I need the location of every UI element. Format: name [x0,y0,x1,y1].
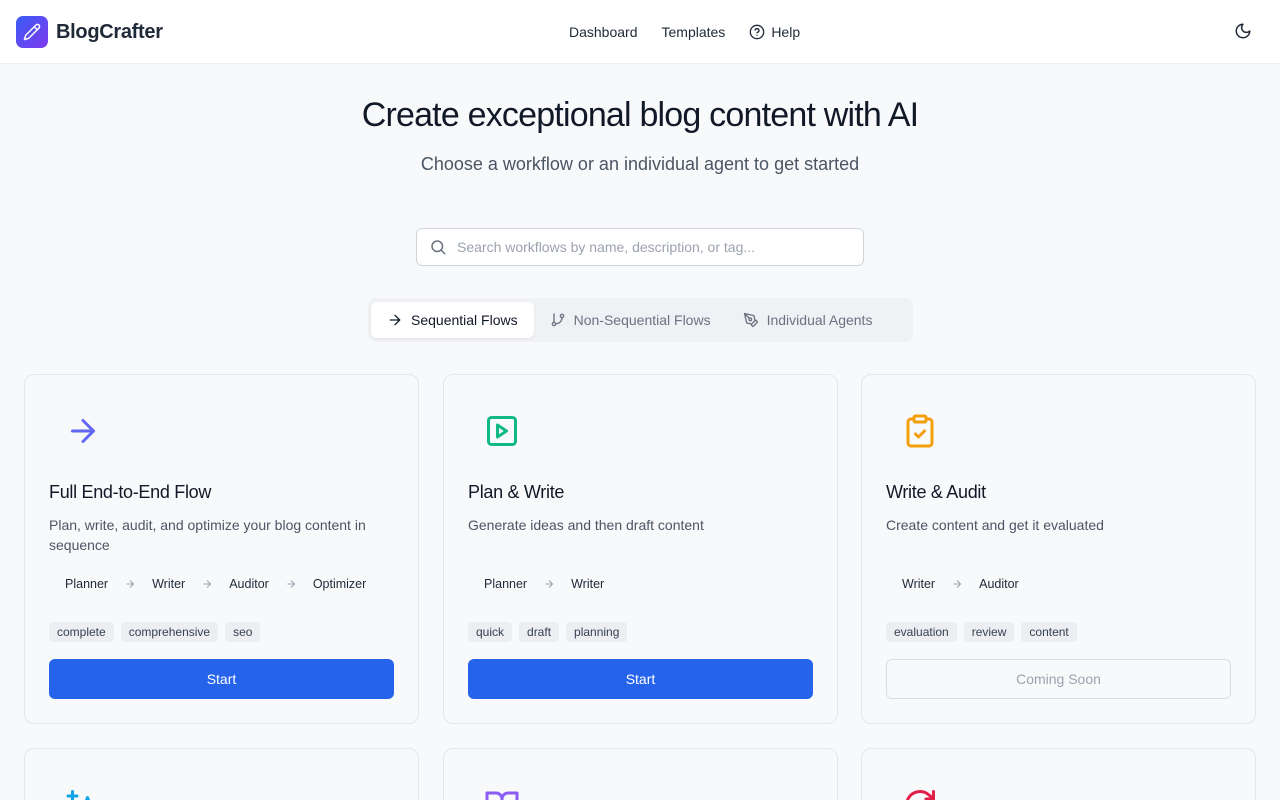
nav-dashboard-label: Dashboard [569,24,638,40]
workflow-card [24,748,419,800]
nav-help-label: Help [771,24,801,40]
step-arrow-icon [124,578,136,590]
workflow-steps: Writer Auditor [886,577,1035,591]
workflow-card-full-end-to-end: Full End-to-End Flow Plan, write, audit,… [24,374,419,724]
tag: content [1021,622,1077,642]
tab-individual-agents[interactable]: Individual Agents [727,302,889,338]
tag: review [963,622,1015,642]
tag: comprehensive [120,622,219,642]
step-auditor: Auditor [229,577,269,591]
arrow-right-icon [65,413,101,449]
tag-list: quick draft planning [468,622,634,642]
tag: planning [566,622,628,642]
card-description: Generate ideas and then draft content [468,517,704,533]
search-box [416,228,864,266]
workflow-card [443,748,838,800]
step-planner: Planner [484,577,528,591]
book-open-icon [484,787,520,800]
page-title: Create exceptional blog content with AI [361,96,919,134]
step-optimizer: Optimizer [312,577,367,591]
workflow-card [861,748,1256,800]
workflow-card-write-audit: Write & Audit Create content and get it … [861,374,1256,724]
step-arrow-icon [201,578,213,590]
brand-logo[interactable]: BlogCrafter [16,16,163,48]
step-arrow-icon [543,578,555,590]
card-description: Plan, write, audit, and optimize your bl… [49,517,366,553]
step-arrow-icon [951,578,963,590]
tab-sequential-label: Sequential Flows [411,312,518,328]
workflow-card-plan-write: Plan & Write Generate ideas and then dra… [443,374,838,724]
arrow-right-icon [387,312,403,328]
clipboard-check-icon [902,413,938,449]
start-button[interactable]: Start [468,659,813,699]
nav-templates[interactable]: Templates [662,24,726,40]
search-icon [429,238,447,256]
help-circle-icon [749,24,765,40]
step-writer: Writer [902,577,936,591]
card-title: Plan & Write [468,482,565,502]
workflow-steps: Planner Writer [468,577,620,591]
workflow-steps: Planner Writer Auditor Optimizer [49,577,382,591]
tag: complete [49,622,114,642]
step-planner: Planner [65,577,109,591]
pen-tool-icon [743,312,759,328]
tag: seo [225,622,261,642]
nav-dashboard[interactable]: Dashboard [569,24,638,40]
card-title: Write & Audit [886,482,986,502]
step-auditor: Auditor [979,577,1019,591]
tag: quick [468,622,513,642]
moon-icon[interactable] [1234,22,1254,42]
step-arrow-icon [285,578,297,590]
tag-list: evaluation review content [886,622,1084,642]
tab-sequential-flows[interactable]: Sequential Flows [371,302,534,338]
pencil-icon [16,16,48,48]
tag-list: complete comprehensive seo [49,622,267,642]
card-title: Full End-to-End Flow [49,482,212,502]
tag: draft [519,622,560,642]
brand-name: BlogCrafter [56,20,163,43]
start-button[interactable]: Start [49,659,394,699]
step-writer: Writer [571,577,605,591]
nav-templates-label: Templates [661,24,726,40]
play-square-icon [484,413,520,449]
tag: evaluation [886,622,957,642]
step-writer: Writer [152,577,186,591]
refresh-icon [902,787,938,800]
git-branch-icon [550,312,566,328]
card-description: Create content and get it evaluated [886,517,1104,533]
main-nav: Dashboard Templates Help [569,0,824,64]
tab-individual-agents-label: Individual Agents [766,312,873,328]
nav-help[interactable]: Help [749,24,800,40]
search-input[interactable] [457,239,847,255]
tab-non-sequential-flows[interactable]: Non-Sequential Flows [534,302,727,338]
top-header: BlogCrafter Dashboard Templates Help [0,0,1280,64]
flow-tabs: Sequential Flows Non-Sequential Flows In… [368,298,913,342]
coming-soon-button: Coming Soon [886,659,1231,699]
page-subtitle: Choose a workflow or an individual agent… [420,154,860,174]
tab-non-sequential-label: Non-Sequential Flows [573,312,711,328]
sparkle-text-icon [65,787,101,800]
